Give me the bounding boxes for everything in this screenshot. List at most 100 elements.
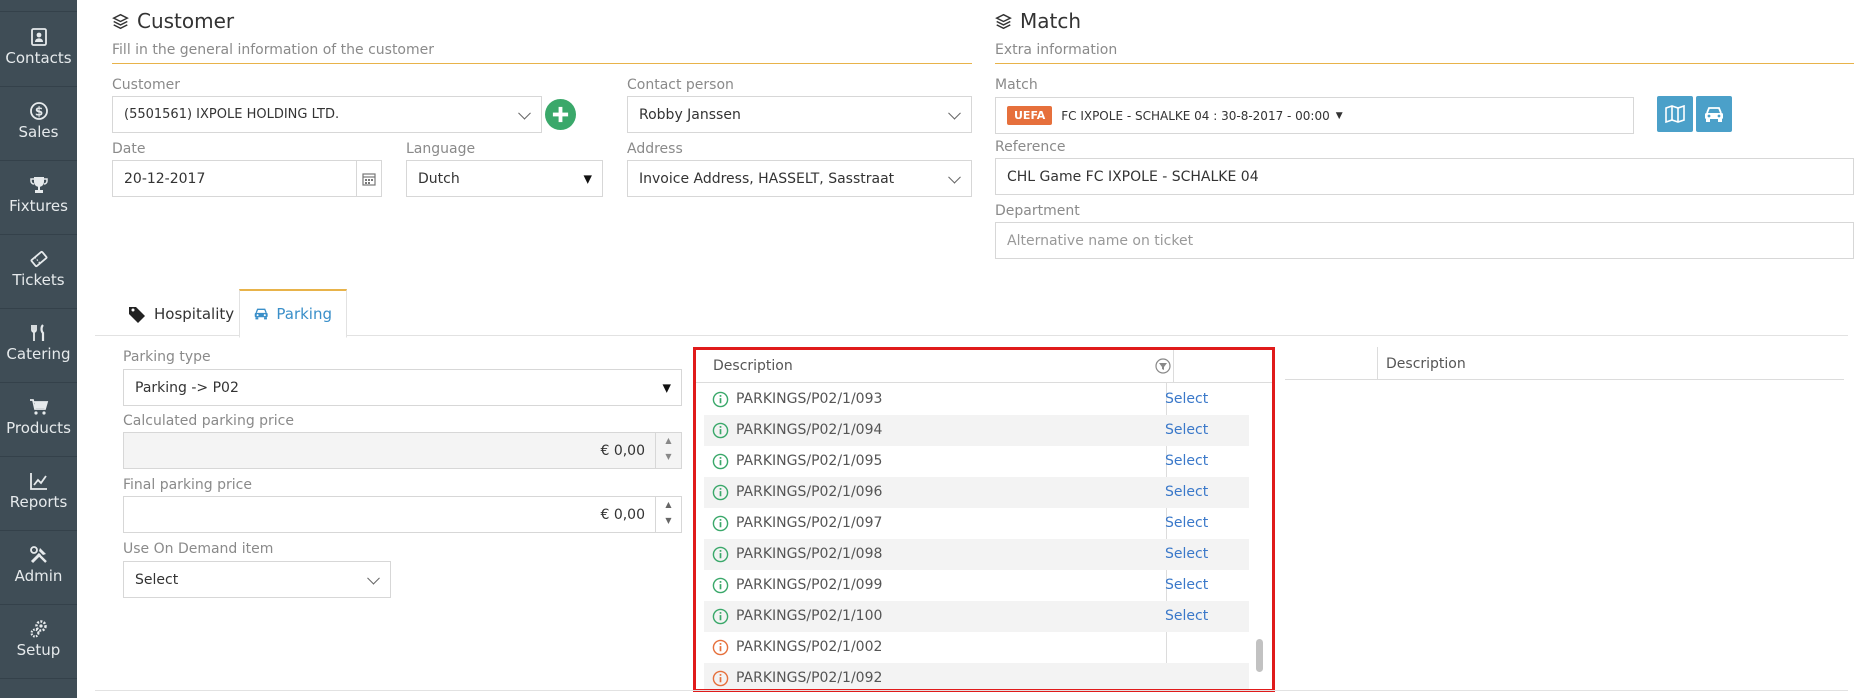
caret-down-icon: ▼: [583, 172, 592, 185]
sidebar-item-setup[interactable]: Setup: [0, 605, 77, 679]
customer-panel-subtitle: Fill in the general information of the c…: [112, 42, 434, 58]
right-grid-header-description: Description: [1377, 347, 1844, 380]
calendar-icon: [362, 172, 376, 186]
info-icon: [712, 608, 729, 625]
select-link[interactable]: Select: [1165, 515, 1208, 531]
parking-type-value: Parking -> P02: [135, 379, 239, 396]
grid-scrollbar-thumb[interactable]: [1256, 639, 1263, 672]
table-row: PARKINGS/P02/1/095 Select: [704, 446, 1249, 477]
plus-icon: [552, 106, 569, 123]
dollar-icon: $: [29, 102, 48, 120]
match-panel-title: Match: [1020, 9, 1082, 33]
select-link[interactable]: Select: [1165, 484, 1208, 500]
parking-type-select[interactable]: Parking -> P02 ▼: [123, 369, 682, 406]
tools-icon: [29, 546, 47, 564]
address-label: Address: [627, 141, 683, 157]
sidebar-item-label: Catering: [6, 345, 71, 363]
parking-type-label: Parking type: [123, 349, 211, 365]
sidebar-item-label: Setup: [16, 641, 61, 659]
cart-icon: [29, 399, 48, 415]
on-demand-select[interactable]: Select: [123, 561, 391, 598]
calculated-price-spinner: ▲ ▼: [655, 433, 681, 468]
date-input[interactable]: 20-12-2017: [112, 160, 382, 197]
select-link[interactable]: Select: [1165, 453, 1208, 469]
sidebar-item-label: Reports: [9, 493, 68, 511]
match-label: Match: [995, 77, 1038, 93]
sidebar-item-tickets[interactable]: Tickets: [0, 235, 77, 309]
row-description: PARKINGS/P02/1/093: [736, 391, 883, 407]
tab-parking[interactable]: Parking: [239, 289, 347, 338]
customer-panel-title: Customer: [137, 9, 235, 33]
customer-select[interactable]: (5501561) IXPOLE HOLDING LTD.: [112, 96, 542, 133]
add-customer-button[interactable]: [545, 99, 576, 130]
row-description: PARKINGS/P02/1/097: [736, 515, 883, 531]
row-description: PARKINGS/P02/1/095: [736, 453, 883, 469]
department-input[interactable]: Alternative name on ticket: [995, 222, 1854, 259]
info-icon: [712, 546, 729, 563]
info-icon: [712, 391, 729, 408]
info-icon: [712, 639, 729, 656]
tab-hospitality[interactable]: Hospitality: [114, 289, 248, 338]
final-price-spinner[interactable]: ▲ ▼: [655, 497, 681, 532]
language-select[interactable]: Dutch ▼: [406, 160, 603, 197]
reference-value: CHL Game FC IXPOLE - SCHALKE 04: [1007, 168, 1259, 185]
chevron-down-icon: [518, 106, 531, 120]
sidebar-item-label: Tickets: [12, 271, 65, 289]
ticket-icon: [30, 250, 47, 268]
sidebar-item-label: Sales: [18, 123, 59, 141]
table-row: PARKINGS/P02/1/096 Select: [704, 477, 1249, 508]
match-panel-subtitle: Extra information: [995, 42, 1118, 58]
select-link[interactable]: Select: [1165, 546, 1208, 562]
calculated-price-value: € 0,00: [600, 442, 645, 459]
date-picker-button[interactable]: [356, 161, 381, 196]
department-label: Department: [995, 203, 1080, 219]
sidebar-item-products[interactable]: Products: [0, 383, 77, 457]
match-select[interactable]: UEFA FC IXPOLE - SCHALKE 04 : 30-8-2017 …: [995, 97, 1634, 134]
match-value: FC IXPOLE - SCHALKE 04 : 30-8-2017 - 00:…: [1061, 108, 1330, 123]
select-link[interactable]: Select: [1165, 608, 1208, 624]
date-value: 20-12-2017: [124, 170, 206, 187]
sidebar-item-reports[interactable]: Reports: [0, 457, 77, 531]
final-price-label: Final parking price: [123, 477, 252, 493]
car-button[interactable]: [1696, 96, 1732, 132]
customer-select-value: (5501561) IXPOLE HOLDING LTD.: [124, 107, 340, 122]
map-button[interactable]: [1657, 96, 1693, 132]
row-description: PARKINGS/P02/1/098: [736, 546, 883, 562]
sidebar-item-label: Products: [6, 419, 71, 437]
contact-person-select[interactable]: Robby Janssen: [627, 96, 972, 133]
chevron-down-icon: [948, 170, 961, 184]
info-icon: [712, 515, 729, 532]
select-link[interactable]: Select: [1165, 391, 1208, 407]
filter-icon[interactable]: [1155, 358, 1171, 374]
table-row: PARKINGS/P02/1/002: [704, 632, 1249, 663]
sidebar-item-label: Admin: [14, 567, 63, 585]
department-placeholder: Alternative name on ticket: [1007, 232, 1194, 249]
sidebar: Contacts $ Sales Fixtures Tickets Cateri…: [0, 0, 77, 698]
reference-input[interactable]: CHL Game FC IXPOLE - SCHALKE 04: [995, 158, 1854, 195]
sidebar-item-admin[interactable]: Admin: [0, 531, 77, 605]
car-icon: [254, 308, 268, 320]
on-demand-label: Use On Demand item: [123, 541, 274, 557]
on-demand-value: Select: [135, 571, 179, 588]
final-price-input[interactable]: € 0,00 ▲ ▼: [123, 496, 682, 533]
customer-panel-divider: [112, 63, 972, 64]
address-select[interactable]: Invoice Address, HASSELT, Sasstraat: [627, 160, 972, 197]
sidebar-item-contacts[interactable]: Contacts: [0, 13, 77, 87]
select-link[interactable]: Select: [1165, 577, 1208, 593]
parking-spot-grid: Description PARKINGS/P02/1/093 Select PARK…: [693, 347, 1275, 692]
sidebar-item-catering[interactable]: Catering: [0, 309, 77, 383]
address-value: Invoice Address, HASSELT, Sasstraat: [639, 170, 895, 187]
calculated-price-label: Calculated parking price: [123, 413, 294, 429]
row-description: PARKINGS/P02/1/002: [736, 639, 883, 655]
table-row: PARKINGS/P02/1/097 Select: [704, 508, 1249, 539]
customer-panel-header: Customer Fill in the general information…: [112, 9, 434, 58]
tab-hospitality-label: Hospitality: [154, 304, 235, 323]
sidebar-item-sales[interactable]: $ Sales: [0, 87, 77, 161]
select-link[interactable]: Select: [1165, 422, 1208, 438]
uefa-badge: UEFA: [1007, 106, 1053, 125]
table-row: PARKINGS/P02/1/094 Select: [704, 415, 1249, 446]
line-chart-icon: [29, 473, 47, 490]
contact-person-value: Robby Janssen: [639, 106, 741, 123]
right-grid-header-spacer: [1285, 347, 1377, 380]
sidebar-item-fixtures[interactable]: Fixtures: [0, 161, 77, 235]
